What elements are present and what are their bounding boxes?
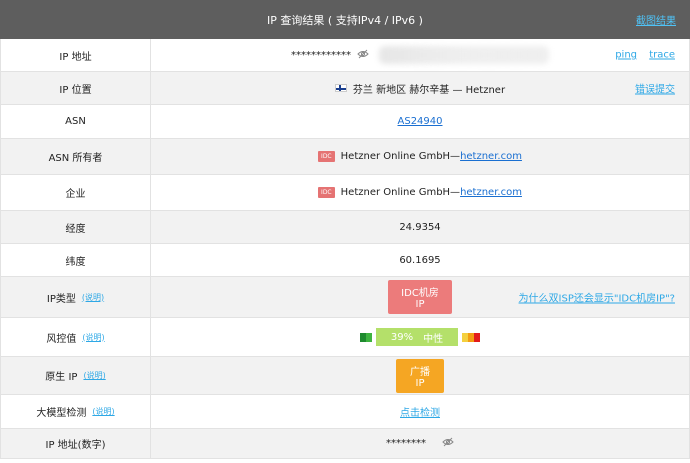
why-idc-link[interactable]: 为什么双ISP还会显示"IDC机房IP"? bbox=[519, 290, 675, 305]
label-llm-detect: 大模型检测 (说明) bbox=[1, 395, 151, 428]
label-text: 经度 bbox=[65, 223, 86, 235]
ip-type-badge: IDC机房IP bbox=[388, 280, 452, 314]
row-risk: 风控值 (说明) 39% 中性 bbox=[1, 318, 689, 357]
risk-percent: 39% bbox=[390, 331, 414, 343]
row-location: IP 位置 芬兰 新地区 赫尔辛基 — Hetzner 错误提交 bbox=[1, 72, 689, 105]
company-domain-link[interactable]: hetzner.com bbox=[460, 187, 522, 198]
trace-link[interactable]: trace bbox=[649, 50, 675, 61]
company-name: Hetzner Online GmbH— bbox=[340, 187, 461, 198]
row-asn: ASN AS24940 bbox=[1, 105, 689, 139]
owner-domain-link[interactable]: hetzner.com bbox=[460, 151, 522, 162]
label-latitude: 纬度 bbox=[1, 244, 151, 276]
value-asn-owner: IDC Hetzner Online GmbH— hetzner.com bbox=[151, 139, 689, 174]
owner-name: Hetzner Online GmbH— bbox=[340, 151, 461, 162]
risk-score-bar: 39% 中性 bbox=[376, 328, 458, 346]
screenshot-link[interactable]: 截图结果 bbox=[636, 12, 676, 27]
label-text: 风控值 bbox=[46, 333, 77, 345]
masked-ip-number: ******** bbox=[386, 438, 426, 449]
result-table: IP 地址 ************ ping trace IP 位置 芬兰 新… bbox=[0, 39, 690, 459]
page-title: IP 查询结果 ( 支持IPv4 / IPv6 ) bbox=[267, 14, 423, 27]
value-native-ip: 广播 IP bbox=[151, 357, 689, 394]
location-text: 芬兰 新地区 赫尔辛基 — Hetzner bbox=[352, 84, 506, 96]
risk-segment-low bbox=[366, 332, 372, 342]
label-text: IP 地址(数字) bbox=[45, 440, 106, 451]
label-text: 原生 IP bbox=[45, 372, 78, 383]
label-company: 企业 bbox=[1, 175, 151, 210]
label-longitude: 经度 bbox=[1, 211, 151, 243]
risk-meter: 39% 中性 bbox=[360, 328, 480, 346]
value-location: 芬兰 新地区 赫尔辛基 — Hetzner bbox=[151, 72, 689, 104]
explain-link[interactable]: (说明) bbox=[82, 332, 104, 343]
label-native-ip: 原生 IP (说明) bbox=[1, 357, 151, 394]
longitude-value: 24.9354 bbox=[399, 221, 441, 233]
row-ip-type: IP类型 (说明) IDC机房IP 为什么双ISP还会显示"IDC机房IP"? bbox=[1, 277, 689, 318]
finland-flag-icon bbox=[334, 84, 347, 92]
label-risk: 风控值 (说明) bbox=[1, 318, 151, 356]
label-text: 企业 bbox=[65, 189, 86, 200]
eye-slash-icon[interactable] bbox=[442, 437, 454, 450]
row-longitude: 经度 24.9354 bbox=[1, 211, 689, 244]
row-ip-numeric: IP 地址(数字) ******** bbox=[1, 429, 689, 459]
label-asn: ASN bbox=[1, 105, 151, 138]
label-ip-type: IP类型 (说明) bbox=[1, 277, 151, 317]
ping-link[interactable]: ping bbox=[615, 50, 637, 61]
value-latitude: 60.1695 bbox=[151, 244, 689, 276]
label-text: 大模型检测 bbox=[36, 408, 87, 419]
risk-level: 中性 bbox=[423, 333, 444, 345]
row-native-ip: 原生 IP (说明) 广播 IP bbox=[1, 357, 689, 395]
masked-ip: ************ bbox=[291, 49, 351, 61]
row-company: 企业 IDC Hetzner Online GmbH— hetzner.com bbox=[1, 175, 689, 211]
row-asn-owner: ASN 所有者 IDC Hetzner Online GmbH— hetzner.… bbox=[1, 139, 689, 175]
row-ip-address: IP 地址 ************ ping trace bbox=[1, 39, 689, 72]
label-text: IP 地址 bbox=[59, 51, 92, 63]
native-ip-badge: 广播 IP bbox=[396, 358, 444, 393]
label-text: IP 位置 bbox=[59, 84, 92, 96]
value-longitude: 24.9354 bbox=[151, 211, 689, 243]
asn-link[interactable]: AS24940 bbox=[398, 116, 443, 127]
idc-badge: IDC bbox=[318, 187, 335, 198]
label-ip-numeric: IP 地址(数字) bbox=[1, 429, 151, 458]
value-ip-numeric: ******** bbox=[151, 429, 689, 458]
label-text: ASN 所有者 bbox=[48, 153, 103, 164]
latitude-value: 60.1695 bbox=[399, 254, 441, 266]
report-error-link[interactable]: 错误提交 bbox=[635, 81, 675, 96]
explain-link[interactable]: (说明) bbox=[82, 292, 104, 303]
label-ip-address: IP 地址 bbox=[1, 39, 151, 71]
value-company: IDC Hetzner Online GmbH— hetzner.com bbox=[151, 175, 689, 210]
label-text: IP类型 bbox=[46, 293, 76, 305]
detect-link[interactable]: 点击检测 bbox=[400, 404, 440, 419]
value-llm-detect: 点击检测 bbox=[151, 395, 689, 428]
row-llm-detect: 大模型检测 (说明) 点击检测 bbox=[1, 395, 689, 429]
row-latitude: 纬度 60.1695 bbox=[1, 244, 689, 277]
result-header: IP 查询结果 ( 支持IPv4 / IPv6 ) 截图结果 bbox=[0, 0, 690, 39]
label-location: IP 位置 bbox=[1, 72, 151, 104]
blurred-region bbox=[379, 46, 549, 64]
label-asn-owner: ASN 所有者 bbox=[1, 139, 151, 174]
value-ip-address: ************ bbox=[151, 39, 689, 71]
risk-segment-high bbox=[474, 332, 480, 342]
explain-link[interactable]: (说明) bbox=[92, 406, 114, 417]
label-text: ASN bbox=[65, 116, 86, 127]
value-risk: 39% 中性 bbox=[151, 318, 689, 356]
eye-slash-icon[interactable] bbox=[357, 49, 369, 62]
label-text: 纬度 bbox=[65, 256, 86, 268]
value-asn: AS24940 bbox=[151, 105, 689, 138]
explain-link[interactable]: (说明) bbox=[83, 370, 105, 381]
idc-badge: IDC bbox=[318, 151, 335, 162]
